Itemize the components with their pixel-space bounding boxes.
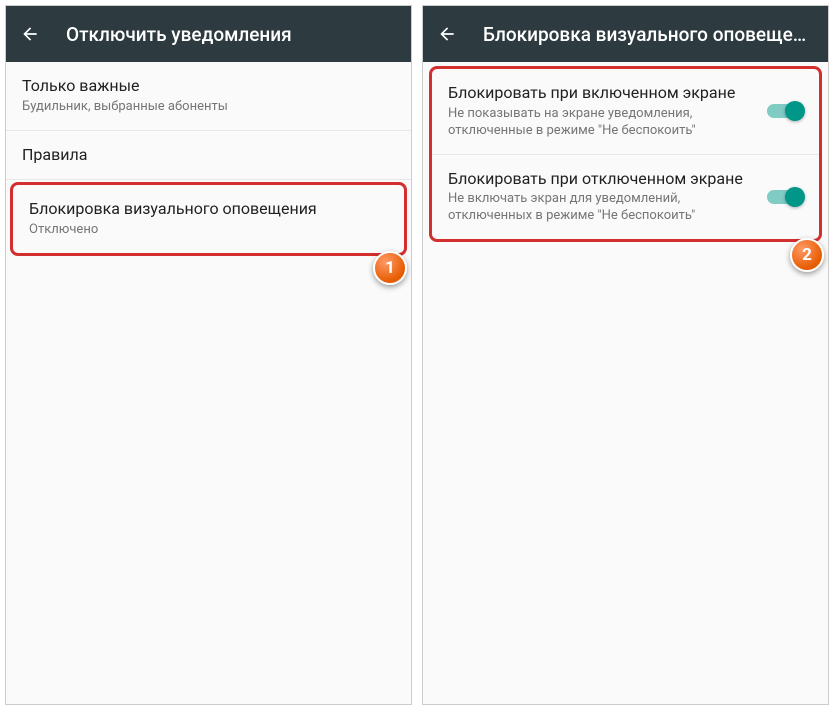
right-header-title: Блокировка визуального оповеще…	[483, 23, 806, 46]
item-title: Только важные	[22, 76, 395, 97]
right-header: Блокировка визуального оповеще…	[423, 6, 828, 62]
left-phone-screen: Отключить уведомления Только важные Буди…	[5, 5, 412, 705]
step-badge-1: 1	[373, 251, 407, 285]
item-title: Правила	[22, 145, 395, 166]
item-title: Блокировка визуального оповещения	[29, 199, 388, 220]
step-badge-2: 2	[790, 238, 824, 272]
list-item-visual-block[interactable]: Блокировка визуального оповещения Отключ…	[10, 182, 407, 256]
item-subtitle: Не показывать на экране уведомления, отк…	[448, 106, 755, 140]
item-title: Блокировать при включенном экране	[448, 83, 755, 104]
toggle-switch-on[interactable]	[767, 104, 803, 118]
back-arrow-icon[interactable]	[18, 22, 42, 46]
list-item-block-screen-off[interactable]: Блокировать при отключенном экране Не вк…	[432, 155, 819, 240]
item-subtitle: Не включать экран для уведомлений, отклю…	[448, 191, 755, 225]
highlighted-group: Блокировать при включенном экране Не пок…	[429, 66, 822, 242]
back-arrow-icon[interactable]	[435, 22, 459, 46]
list-item-important-only[interactable]: Только важные Будильник, выбранные абоне…	[6, 62, 411, 131]
left-header-title: Отключить уведомления	[66, 23, 292, 46]
item-title: Блокировать при отключенном экране	[448, 169, 755, 190]
list-item-block-screen-on[interactable]: Блокировать при включенном экране Не пок…	[432, 69, 819, 155]
right-content: Блокировать при включенном экране Не пок…	[423, 62, 828, 704]
item-subtitle: Отключено	[29, 222, 388, 239]
list-item-rules[interactable]: Правила	[6, 131, 411, 181]
item-subtitle: Будильник, выбранные абоненты	[22, 99, 395, 116]
left-header: Отключить уведомления	[6, 6, 411, 62]
toggle-switch-on[interactable]	[767, 190, 803, 204]
right-phone-screen: Блокировка визуального оповеще… Блокиров…	[422, 5, 829, 705]
left-content: Только важные Будильник, выбранные абоне…	[6, 62, 411, 704]
